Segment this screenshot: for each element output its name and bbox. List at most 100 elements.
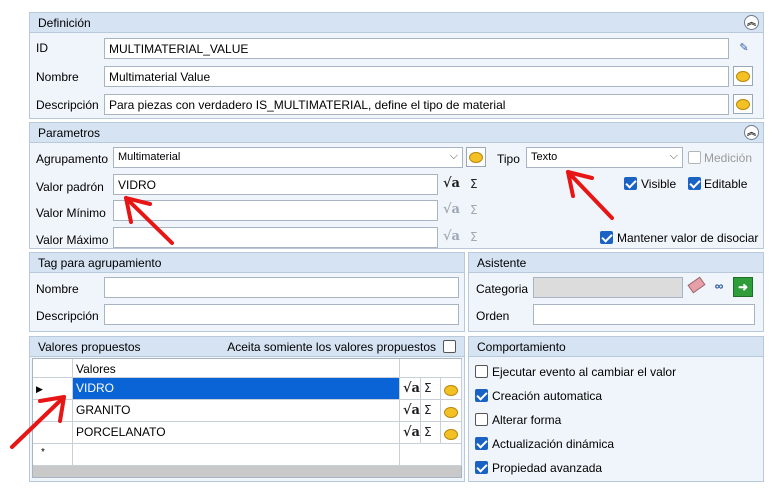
row-selector[interactable]: ▶ [33,378,73,400]
row-sigma-button[interactable]: Σ [421,422,441,444]
row-sigma-button[interactable]: Σ [421,400,441,422]
alterar-forma-label: Alterar forma [492,413,562,427]
sigma-icon[interactable]: Σ [470,203,478,217]
editable-label: Editable [704,177,748,191]
sigma-icon[interactable]: Σ [470,230,478,244]
sigma-icon: Σ [424,403,432,417]
agrupamento-translate-button[interactable] [466,147,486,167]
eraser-icon [686,276,706,294]
table-row-value[interactable]: VIDRO [73,378,400,400]
tipo-select[interactable]: Texto ⌵ [526,147,683,168]
grid-corner [33,359,73,378]
comment-bubble-icon [444,385,458,397]
comment-bubble-icon [444,407,458,419]
actualizacion-dinamica-checkbox[interactable] [475,437,488,450]
row-formula-button[interactable]: √a [400,422,421,444]
row-sigma-button[interactable]: Σ [421,378,441,400]
actualizacion-dinamica-label: Actualización dinámica [492,437,615,451]
valor-minimo-label: Valor Mínimo [36,206,106,220]
go-categoria-button[interactable]: ➜ [733,277,753,297]
collapse-up-icon[interactable]: ︽ [744,125,759,140]
tipo-value: Texto [531,151,558,163]
asistente-title: Asistente [477,256,527,270]
mantener-checkbox[interactable] [600,231,613,244]
row-translate-button[interactable] [441,378,462,400]
comportamiento-header: Comportamiento [469,337,763,357]
row-selector[interactable] [33,422,73,444]
table-row-value[interactable]: GRANITO [73,400,400,422]
search-categoria-button[interactable]: ∞ [709,277,729,297]
orden-field[interactable] [533,304,755,325]
visible-label: Visible [641,177,677,191]
formula-icon[interactable]: √a [443,202,460,217]
categoria-field[interactable] [533,277,683,298]
new-row-value[interactable] [73,444,400,466]
propiedad-avanzada-label: Propiedad avanzada [492,461,603,475]
valor-padron-label: Valor padrón [36,180,104,194]
formula-icon[interactable]: √a [443,229,460,244]
row-formula-button[interactable]: √a [400,400,421,422]
sigma-icon[interactable]: Σ [470,177,478,191]
medicion-label: Medición [704,151,753,165]
tag-title: Tag para agrupamiento [38,256,162,270]
grid-column-header[interactable]: Valores [73,359,400,378]
grid-header-spacer [400,359,462,378]
comment-bubble-icon [736,99,750,111]
agrupamento-label: Agrupamento [36,152,109,166]
nombre-field[interactable]: Multimaterial Value [104,66,729,87]
descripcion-label: Descripción [36,98,99,112]
clear-categoria-button[interactable] [686,276,706,297]
tag-nombre-field[interactable] [104,277,459,298]
descripcion-translate-button[interactable] [733,94,753,114]
asistente-header: Asistente [469,253,763,273]
nombre-translate-button[interactable] [733,66,753,86]
sigma-icon: Σ [424,425,432,439]
table-row-value[interactable]: PORCELANATO [73,422,400,444]
editable-checkbox[interactable] [688,177,701,190]
tag-nombre-label: Nombre [36,282,79,296]
row-selector[interactable] [33,400,73,422]
tag-descripcion-label: Descripción [36,309,99,323]
chevron-down-icon: ⌵ [449,150,458,162]
orden-label: Orden [476,309,510,323]
tag-descripcion-field[interactable] [104,304,459,325]
only-proposed-checkbox[interactable] [443,340,456,353]
id-field[interactable]: MULTIMATERIAL_VALUE [104,38,729,59]
row-formula-button[interactable]: √a [400,378,421,400]
edit-id-button[interactable]: ✎ [734,38,754,58]
valor-padron-field[interactable]: VIDRO [113,174,438,195]
mantener-label: Mantener valor de disociar [617,231,759,245]
sigma-icon: Σ [424,381,432,395]
nombre-label: Nombre [36,70,79,84]
visible-checkbox[interactable] [624,177,637,190]
grid-horizontal-scrollbar[interactable] [33,466,461,477]
propiedad-avanzada-checkbox[interactable] [475,461,488,474]
valor-maximo-field[interactable] [113,227,438,248]
valores-header: Valores propuestos Aceita somiente los v… [30,337,464,357]
definicion-header: Definición ︽ [30,13,763,33]
creacion-automatica-label: Creación automatica [492,389,603,403]
agrupamento-select[interactable]: Multimaterial ⌵ [113,147,463,168]
alterar-forma-checkbox[interactable] [475,413,488,426]
valor-minimo-field[interactable] [113,200,438,221]
agrupamento-value: Multimaterial [118,151,181,163]
pencil-link-icon: ✎ [739,42,749,54]
comment-bubble-icon [444,429,458,441]
row-translate-button[interactable] [441,400,462,422]
collapse-up-icon[interactable]: ︽ [744,15,759,30]
new-row-selector[interactable]: * [33,444,73,466]
parametros-title: Parametros [38,126,101,140]
chevron-down-icon: ⌵ [669,150,678,162]
valores-title: Valores propuestos [38,340,141,354]
medicion-checkbox[interactable] [688,151,701,164]
only-proposed-label: Aceita somiente los valores propuestos [227,340,436,354]
formula-icon[interactable]: √a [443,176,460,191]
ejecutar-evento-checkbox[interactable] [475,365,488,378]
parametros-header: Parametros ︽ [30,123,763,143]
tag-header: Tag para agrupamiento [30,253,464,273]
descripcion-field[interactable]: Para piezas con verdadero IS_MULTIMATERI… [104,94,729,115]
creacion-automatica-checkbox[interactable] [475,389,488,402]
row-translate-button[interactable] [441,422,462,444]
categoria-label: Categoria [476,282,529,296]
comment-bubble-icon [736,71,750,83]
